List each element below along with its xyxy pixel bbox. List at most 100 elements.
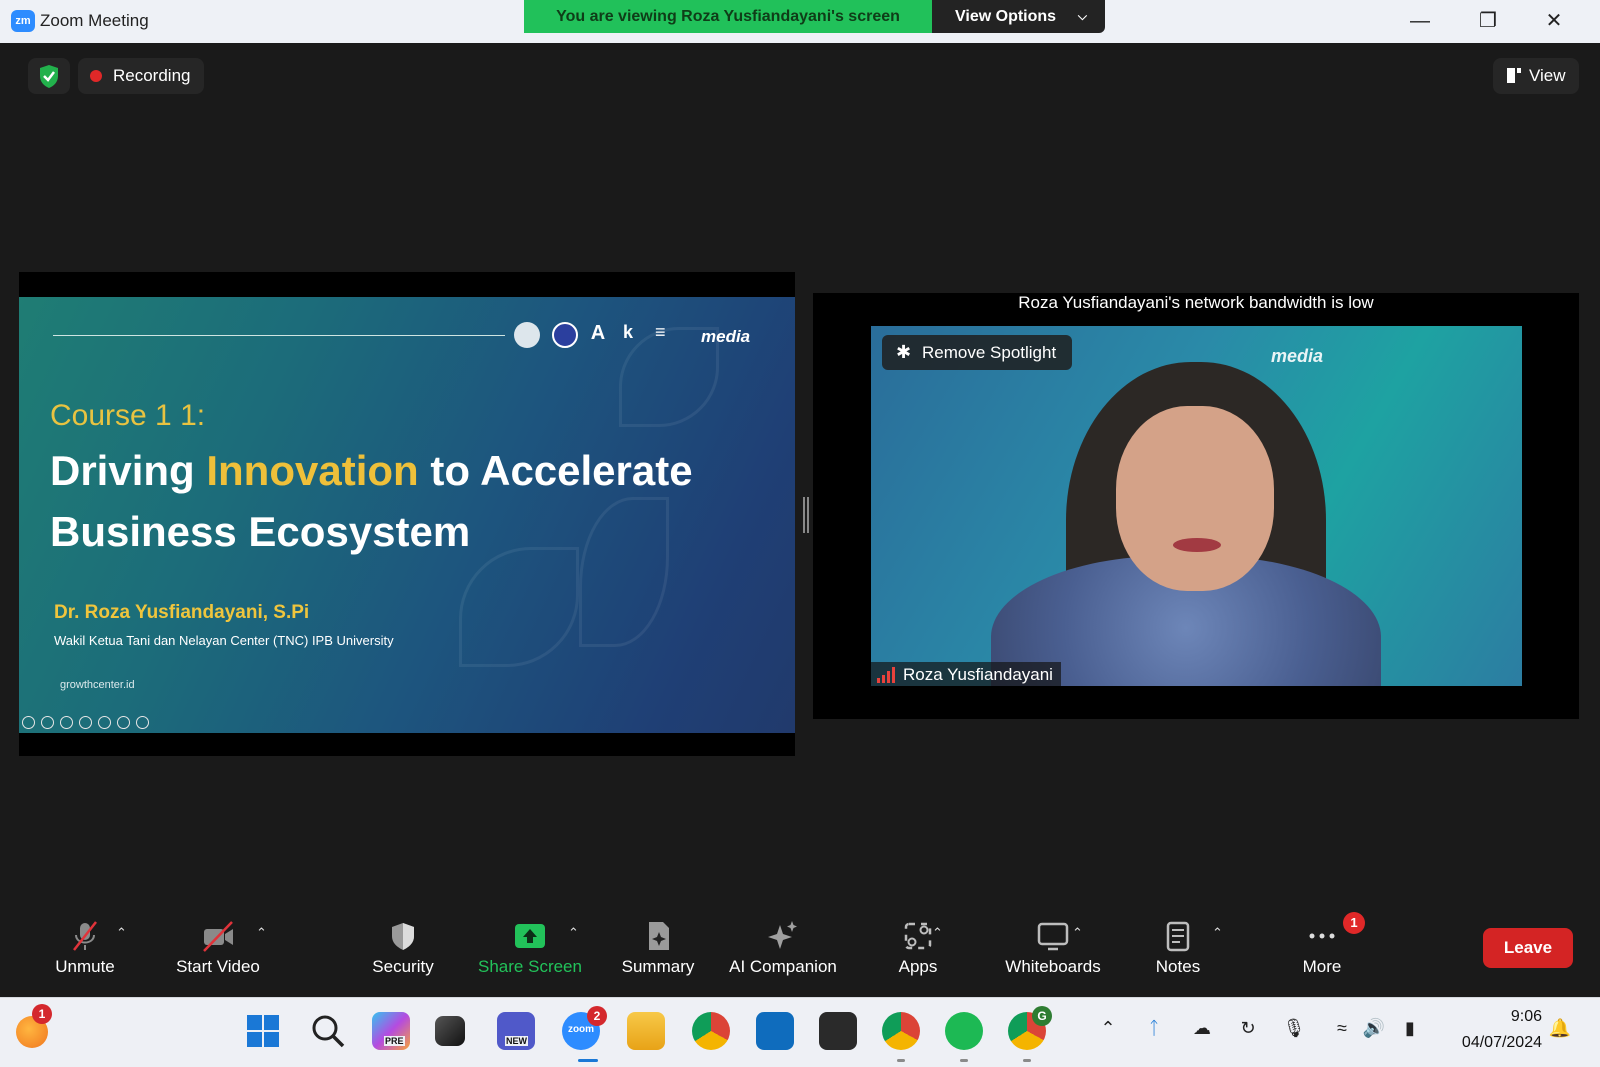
camera-icon[interactable] bbox=[98, 716, 111, 729]
more-options-icon[interactable] bbox=[117, 716, 130, 729]
more-label: More bbox=[1302, 957, 1342, 976]
ai-companion-label: AI Companion bbox=[729, 957, 837, 976]
whiteboards-options-caret-icon[interactable]: ⌃ bbox=[1072, 925, 1083, 941]
security-button[interactable]: Security bbox=[353, 913, 453, 988]
notes-label: Notes bbox=[1155, 957, 1201, 976]
view-button[interactable]: View bbox=[1493, 58, 1579, 94]
partner-logo-icon: k bbox=[623, 322, 634, 342]
bluetooth-icon[interactable]: ᛏ bbox=[1142, 1018, 1166, 1044]
slide-website: growthcenter.id bbox=[60, 679, 135, 691]
ai-sparkle-icon bbox=[768, 921, 797, 949]
encryption-shield-icon[interactable] bbox=[28, 58, 70, 94]
prev-slide-icon[interactable] bbox=[22, 716, 35, 729]
view-options-button[interactable]: View Options ⌵ bbox=[932, 0, 1105, 33]
running-app-indicator bbox=[960, 1059, 968, 1062]
microphone-icon[interactable]: 🎙 bbox=[1282, 1018, 1306, 1044]
wifi-icon[interactable]: ≈ bbox=[1330, 1018, 1354, 1044]
apps-options-caret-icon[interactable]: ⌃ bbox=[932, 925, 943, 941]
virtual-background-logo: media bbox=[1271, 346, 1324, 366]
whiteboards-button[interactable]: Whiteboards bbox=[988, 913, 1118, 988]
clock-time[interactable]: 9:06 bbox=[1460, 1008, 1542, 1026]
view-layout-icon bbox=[1507, 68, 1521, 83]
slide-divider bbox=[53, 335, 505, 336]
file-explorer-icon[interactable] bbox=[627, 1012, 665, 1050]
slide-affiliation: Wakil Ketua Tani dan Nelayan Center (TNC… bbox=[54, 633, 394, 648]
running-app-indicator bbox=[897, 1059, 905, 1062]
zoom-logo-icon: zm bbox=[11, 10, 35, 32]
pen-icon[interactable] bbox=[41, 716, 54, 729]
participant-video: media ✱ Remove Spotlight Roza Yusfianday… bbox=[871, 326, 1522, 686]
notes-icon bbox=[1166, 921, 1190, 952]
teams-new-tag: NEW bbox=[505, 1036, 528, 1046]
recording-label: Recording bbox=[113, 66, 191, 85]
whiteboards-label: Whiteboards bbox=[1005, 957, 1101, 976]
audio-options-caret-icon[interactable]: ⌃ bbox=[116, 925, 127, 941]
copilot-pre-tag: PRE bbox=[384, 1036, 405, 1046]
teams-icon[interactable]: NEW bbox=[497, 1012, 535, 1050]
participant-image bbox=[1116, 406, 1274, 591]
bandwidth-warning: Roza Yusfiandayani's network bandwidth i… bbox=[1018, 293, 1374, 312]
screen-share-banner: You are viewing Roza Yusfiandayani's scr… bbox=[524, 0, 932, 33]
zoom-window: zm Zoom Meeting You are viewing Roza Yus… bbox=[0, 0, 1600, 1067]
view-label: View bbox=[1529, 66, 1566, 85]
summary-label: Summary bbox=[621, 957, 695, 976]
minimize-button[interactable]: — bbox=[1398, 6, 1442, 36]
zoom-icon[interactable] bbox=[60, 716, 73, 729]
meeting-toolbar: Unmute ⌃ Start Video ⌃ Security Share Sc… bbox=[10, 912, 1590, 988]
battery-icon[interactable]: ▮ bbox=[1398, 1018, 1422, 1044]
chrome-profile-icon[interactable] bbox=[882, 1012, 920, 1050]
university-seal-icon bbox=[552, 322, 578, 348]
restore-button[interactable]: ❐ bbox=[1466, 6, 1510, 36]
apps-label: Apps bbox=[898, 957, 938, 976]
active-app-indicator bbox=[578, 1059, 598, 1062]
slideshow-controls bbox=[22, 716, 149, 730]
copilot-icon[interactable]: PRE bbox=[372, 1012, 410, 1050]
slide-title-highlight: Innovation bbox=[206, 447, 419, 494]
windows-taskbar: 1 PRE NEW zoom 2 G ⌃ ᛏ ☁ ↻ 🎙 ≈ 🔊 ▮ 9:06 … bbox=[0, 997, 1600, 1067]
participant-image bbox=[1173, 538, 1221, 552]
close-button[interactable]: ✕ bbox=[1532, 6, 1576, 36]
ai-companion-button[interactable]: AI Companion bbox=[718, 913, 848, 988]
view-options-label: View Options bbox=[955, 8, 1057, 25]
signal-strength-icon bbox=[877, 667, 895, 683]
notifications-icon[interactable]: 🔔 bbox=[1548, 1018, 1572, 1044]
share-screen-label: Share Screen bbox=[478, 957, 582, 976]
recording-indicator[interactable]: Recording bbox=[78, 58, 204, 94]
meeting-area: Recording View A k ≡ media Course 1 1: D… bbox=[10, 43, 1590, 913]
slide-decor bbox=[459, 547, 579, 667]
spotify-icon[interactable] bbox=[945, 1012, 983, 1050]
split-view-handle[interactable] bbox=[803, 497, 809, 533]
microsoft-store-icon[interactable] bbox=[819, 1012, 857, 1050]
subtitles-icon[interactable] bbox=[79, 716, 92, 729]
volume-icon[interactable]: 🔊 bbox=[1362, 1018, 1386, 1044]
clock-date[interactable]: 04/07/2024 bbox=[1424, 1034, 1542, 1052]
outlook-icon[interactable] bbox=[756, 1012, 794, 1050]
onedrive-icon[interactable]: ☁ bbox=[1190, 1018, 1214, 1044]
chrome-profile-badge: G bbox=[1032, 1006, 1052, 1026]
widget-badge: 1 bbox=[32, 1004, 52, 1024]
sync-icon[interactable]: ↻ bbox=[1236, 1018, 1260, 1044]
media-logo: media bbox=[701, 327, 751, 346]
unmute-label: Unmute bbox=[55, 957, 115, 976]
share-screen-icon bbox=[515, 924, 545, 948]
microphone-muted-icon bbox=[73, 921, 97, 951]
slide-title: Driving Innovation to Accelerate Busines… bbox=[50, 440, 770, 562]
shield-icon bbox=[392, 923, 414, 950]
windows-start-icon[interactable] bbox=[244, 1012, 282, 1050]
search-icon[interactable] bbox=[309, 1012, 347, 1050]
show-hidden-icons-icon[interactable]: ⌃ bbox=[1096, 1018, 1120, 1044]
leave-button[interactable]: Leave bbox=[1483, 928, 1573, 968]
notes-options-caret-icon[interactable]: ⌃ bbox=[1212, 925, 1223, 941]
summary-document-icon bbox=[649, 922, 669, 950]
security-label: Security bbox=[372, 957, 434, 976]
window-title: Zoom Meeting bbox=[40, 11, 149, 30]
task-view-icon[interactable] bbox=[435, 1016, 465, 1046]
chrome-icon[interactable] bbox=[692, 1012, 730, 1050]
next-slide-icon[interactable] bbox=[136, 716, 149, 729]
share-options-caret-icon[interactable]: ⌃ bbox=[568, 925, 579, 941]
summary-button[interactable]: Summary bbox=[608, 913, 708, 988]
apps-button[interactable]: Apps bbox=[868, 913, 968, 988]
video-options-caret-icon[interactable]: ⌃ bbox=[256, 925, 267, 941]
chevron-down-icon: ⌵ bbox=[1077, 9, 1087, 23]
remove-spotlight-button[interactable]: ✱ Remove Spotlight bbox=[882, 335, 1072, 370]
